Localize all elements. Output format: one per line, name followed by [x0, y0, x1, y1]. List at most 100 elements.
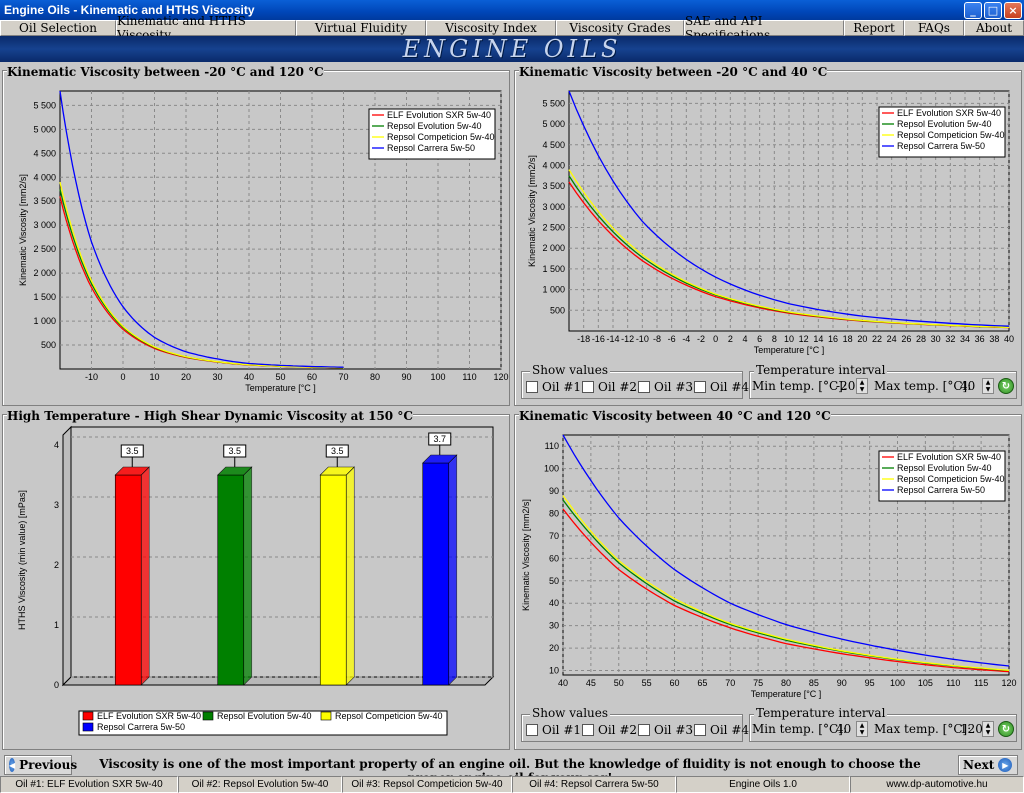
data-label: 3.5	[331, 446, 344, 456]
min-temp-spinner[interactable]: ▲ ▼	[856, 378, 868, 394]
y-tick-label: 4 500	[542, 140, 565, 150]
apply-icon[interactable]: ↻	[998, 378, 1014, 394]
y-tick-label: 2	[54, 560, 59, 570]
status-oil1: Oil #1: ELF Evolution SXR 5w-40	[0, 776, 178, 793]
y-tick-label: 1 500	[542, 264, 565, 274]
legend-label: Repsol Evolution 5w-40	[897, 463, 992, 473]
x-tick-label: 0	[713, 334, 718, 344]
x-tick-label: 20	[181, 372, 191, 382]
panel-title: Kinematic Viscosity between 40 °C and 12…	[519, 409, 831, 423]
maximize-button[interactable]: □	[984, 1, 1002, 19]
y-tick-label: 500	[550, 305, 565, 315]
x-tick-label: 4	[742, 334, 747, 344]
x-tick-label: 105	[918, 678, 933, 688]
x-tick-label: 16	[828, 334, 838, 344]
min-temp-value[interactable]: -20	[836, 379, 855, 393]
minimize-button[interactable]: _	[964, 1, 982, 19]
bar-side	[140, 466, 150, 686]
close-button[interactable]: ×	[1004, 1, 1022, 19]
temp-interval-box: Temperature interval Min temp. [°C]: -20…	[749, 363, 1017, 399]
max-temp-value[interactable]: 120	[960, 722, 983, 736]
y-tick-label: 1 500	[33, 292, 56, 302]
oil4-checkbox[interactable]: Oil #4	[694, 723, 749, 737]
x-tick-label: -16	[592, 334, 605, 344]
data-label: 3.5	[228, 446, 241, 456]
x-tick-label: -12	[621, 334, 634, 344]
menu-sae-api[interactable]: SAE and API Specifications	[684, 14, 844, 42]
max-temp-value[interactable]: 40	[960, 379, 975, 393]
chart-kv-low: 500 1 000 1 500 2 000 2 500 3 000 3 500 4 000 4 …	[527, 90, 1014, 355]
x-tick-label: 100	[890, 678, 905, 688]
max-temp-spinner[interactable]: ▲ ▼	[982, 378, 994, 394]
legend-swatch	[202, 711, 214, 721]
x-tick-label: 24	[887, 334, 897, 344]
legend-label: Repsol Carrera 5w-50	[897, 485, 985, 495]
data-label: 3.7	[433, 434, 446, 444]
legend-swatch	[320, 711, 332, 721]
menu-report[interactable]: Report	[844, 20, 904, 36]
arrow-right-icon: ▶	[998, 758, 1013, 772]
x-tick-label: 70	[725, 678, 735, 688]
status-website: www.dp-automotive.hu	[850, 776, 1024, 793]
x-tick-label: 2	[728, 334, 733, 344]
max-temp-spinner[interactable]: ▲ ▼	[982, 721, 994, 737]
oil2-checkbox[interactable]: Oil #2	[582, 723, 637, 737]
status-oil3: Oil #3: Repsol Competicion 5w-40	[342, 776, 512, 793]
menu-viscosity-grades[interactable]: Viscosity Grades	[556, 20, 684, 36]
x-tick-label: 40	[244, 372, 254, 382]
y-tick-label: 2 500	[542, 223, 565, 233]
y-tick-label: 3 000	[33, 220, 56, 230]
menu-kinematic-hths[interactable]: Kinematic and HTHS Viscosity	[116, 14, 296, 42]
show-values-box: Show values Oil #1 Oil #2 Oil #3 Oil #4	[521, 363, 749, 399]
y-tick-label: 0	[54, 680, 59, 690]
x-tick-label: 60	[669, 678, 679, 688]
oil3-checkbox[interactable]: Oil #3	[638, 723, 693, 737]
x-tick-label: 45	[586, 678, 596, 688]
x-tick-label: -10	[85, 372, 98, 382]
x-tick-label: 6	[757, 334, 762, 344]
oil2-checkbox[interactable]: Oil #2	[582, 380, 637, 394]
previous-button[interactable]: ◀ Previous	[4, 755, 77, 775]
x-tick-label: 20	[857, 334, 867, 344]
legend-label: Repsol Carrera 5w-50	[387, 143, 475, 153]
min-temp-value[interactable]: 40	[836, 722, 851, 736]
menu-faqs[interactable]: FAQs	[904, 20, 964, 36]
status-version: Engine Oils 1.0	[676, 776, 850, 793]
y-tick-label: 500	[41, 340, 56, 350]
temp-interval-label: Temperature interval	[754, 706, 888, 720]
y-tick-label: 20	[549, 643, 559, 653]
legend-label: Repsol Evolution 5w-40	[217, 711, 312, 721]
oil1-checkbox[interactable]: Oil #1	[526, 723, 581, 737]
menu-oil-selection[interactable]: Oil Selection	[0, 20, 116, 36]
y-tick-label: 3 500	[542, 181, 565, 191]
y-tick-label: 3 500	[33, 196, 56, 206]
oil4-checkbox[interactable]: Oil #4	[694, 380, 749, 394]
min-temp-spinner[interactable]: ▲ ▼	[856, 721, 868, 737]
y-tick-label: 5 500	[542, 98, 565, 108]
y-tick-label: 70	[549, 531, 559, 541]
legend-label: Repsol Competicion 5w-40	[335, 711, 443, 721]
legend-label: Repsol Carrera 5w-50	[97, 722, 185, 732]
x-tick-label: -10	[636, 334, 649, 344]
menu-viscosity-index[interactable]: Viscosity Index	[426, 20, 556, 36]
x-tick-label: 75	[753, 678, 763, 688]
arrow-left-icon: ◀	[9, 758, 16, 772]
x-tick-label: -18	[577, 334, 590, 344]
oil1-checkbox[interactable]: Oil #1	[526, 380, 581, 394]
legend-swatch	[82, 711, 94, 721]
menu-about[interactable]: About	[964, 20, 1024, 36]
legend-label: Repsol Competicion 5w-40	[897, 474, 1005, 484]
legend-label: Repsol Evolution 5w-40	[387, 121, 482, 131]
oil3-checkbox[interactable]: Oil #3	[638, 380, 693, 394]
x-tick-label: -14	[606, 334, 619, 344]
x-axis-label: Temperature [°C ]	[751, 689, 822, 699]
menu-virtual-fluidity[interactable]: Virtual Fluidity	[296, 20, 426, 36]
y-axis-label: Kinematic Viscosity [mm2/s]	[521, 499, 531, 611]
y-tick-label: 4 000	[33, 172, 56, 182]
app-window: Engine Oils - Kinematic and HTHS Viscosi…	[0, 0, 1024, 793]
bar-side	[243, 466, 253, 686]
apply-icon[interactable]: ↻	[998, 721, 1014, 737]
x-tick-label: 60	[307, 372, 317, 382]
x-tick-label: 40	[1004, 334, 1014, 344]
next-button[interactable]: Next ▶	[958, 755, 1018, 775]
